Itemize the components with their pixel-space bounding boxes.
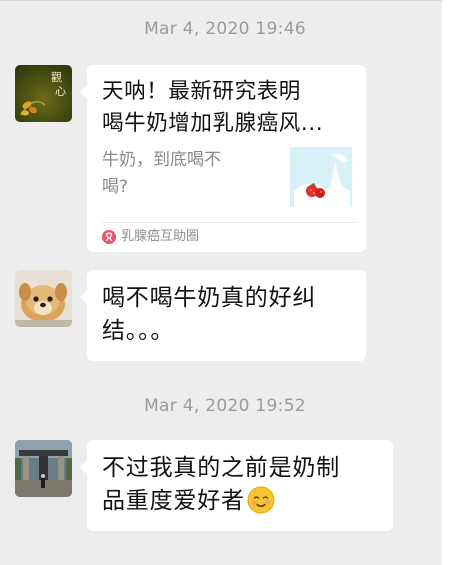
- svg-text:心: 心: [55, 85, 66, 98]
- building-photo-avatar: [15, 440, 72, 497]
- link-card-source: 乳腺癌互助圈: [102, 228, 199, 246]
- text-message[interactable]: 喝不喝牛奶真的好纠 结。。。: [80, 270, 366, 361]
- calligraphy-flower-avatar: 觀 心: [15, 65, 72, 122]
- right-edge: [442, 0, 450, 565]
- message-text-wrap: 不过我真的之前是奶制 品重度爱好者: [102, 452, 387, 518]
- smiling-face-emoji: [247, 486, 275, 514]
- timestamp: Mar 4, 2020 19:52: [144, 396, 306, 416]
- top-divider: [0, 0, 450, 1]
- link-card-message[interactable]: 天呐！最新研究表明 喝牛奶增加乳腺癌风... 牛奶，到底喝不 喝? 乳腺癌互助圈: [80, 65, 366, 252]
- milk-splash-strawberries-image: [290, 147, 352, 207]
- sender-avatar[interactable]: [15, 440, 72, 497]
- link-card-description: 牛奶，到底喝不 喝?: [102, 150, 221, 197]
- link-card-thumbnail: [290, 147, 352, 207]
- text-message[interactable]: 不过我真的之前是奶制 品重度爱好者: [80, 440, 393, 531]
- message-text: 喝不喝牛奶真的好纠 结。。。: [102, 285, 317, 344]
- chat-screen: Mar 4, 2020 19:46 觀 心 天呐！最新研究表明 喝牛奶增加乳腺癌…: [0, 0, 450, 565]
- link-card-divider: [102, 222, 357, 223]
- sender-avatar[interactable]: [15, 270, 72, 327]
- message-text: 不过我真的之前是奶制 品重度爱好者: [102, 455, 340, 514]
- timestamp: Mar 4, 2020 19:46: [144, 19, 306, 39]
- link-card-title: 天呐！最新研究表明 喝牛奶增加乳腺癌风...: [102, 79, 324, 136]
- svg-text:觀: 觀: [51, 71, 62, 84]
- link-card-source-name: 乳腺癌互助圈: [121, 229, 200, 244]
- source-ribbon-icon: [102, 230, 116, 244]
- puppy-avatar: [15, 270, 72, 327]
- sender-avatar[interactable]: 觀 心: [15, 65, 72, 122]
